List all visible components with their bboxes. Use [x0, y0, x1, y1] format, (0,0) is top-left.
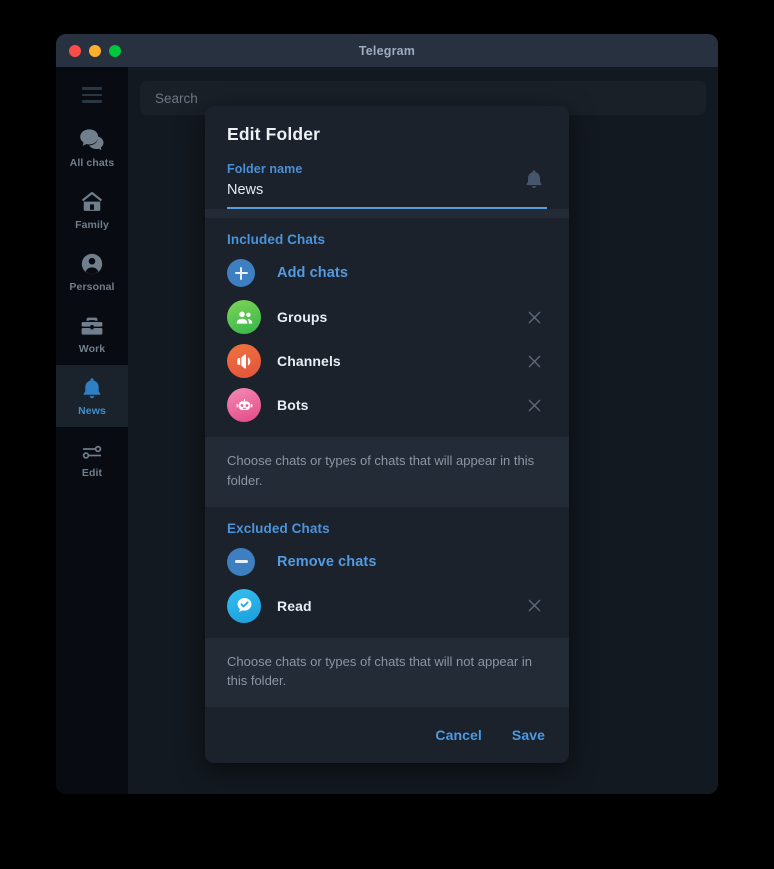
included-chats-title: Included Chats [227, 232, 326, 247]
sidebar-item-edit[interactable]: Edit [56, 429, 128, 491]
sidebar-item-label: Personal [69, 280, 115, 293]
list-item[interactable]: Groups [227, 295, 547, 339]
included-chats-section: Included Chats Add chats Groups Channels… [205, 218, 569, 437]
included-chats-hint: Choose chats or types of chats that will… [205, 437, 569, 507]
search-placeholder: Search [155, 90, 198, 106]
field-underline [227, 207, 547, 209]
sliders-icon [79, 442, 105, 462]
maximize-window-button[interactable] [109, 44, 121, 57]
window-titlebar: Telegram [56, 34, 718, 67]
minus-icon [227, 547, 255, 576]
excluded-chats-title: Excluded Chats [227, 520, 330, 536]
sidebar-item-news[interactable]: News [56, 365, 128, 427]
list-item[interactable]: Channels [227, 339, 547, 383]
sidebar-item-work[interactable]: Work [56, 303, 128, 365]
close-icon[interactable] [523, 350, 545, 372]
bell-icon[interactable] [523, 167, 545, 193]
hamburger-icon[interactable] [56, 73, 128, 117]
save-button[interactable]: Save [512, 727, 545, 743]
window-controls [69, 44, 121, 57]
remove-chats-label: Remove chats [277, 553, 377, 570]
group-icon [227, 300, 261, 334]
sidebar-item-label: Work [78, 342, 106, 355]
robot-icon [227, 388, 261, 422]
dialog-title: Edit Folder [227, 124, 321, 144]
chat-name: Channels [277, 353, 341, 369]
close-icon[interactable] [523, 306, 545, 328]
megaphone-icon [227, 344, 261, 378]
chat-name: Read [277, 597, 312, 614]
remove-chats-button[interactable]: Remove chats [227, 540, 547, 584]
sidebar-item-label: Edit [81, 466, 103, 479]
edit-folder-dialog: Edit Folder Folder name News Included Ch… [205, 106, 569, 763]
list-item[interactable]: Read [227, 584, 547, 628]
folder-name-value[interactable]: News [227, 182, 547, 198]
close-window-button[interactable] [69, 44, 81, 57]
folders-sidebar: All chats Family Personal Work News Edit [56, 67, 128, 794]
dialog-header: Edit Folder Folder name News [205, 106, 569, 209]
add-chats-label: Add chats [277, 265, 348, 281]
close-icon[interactable] [523, 595, 545, 617]
minimize-window-button[interactable] [89, 44, 101, 57]
sidebar-item-personal[interactable]: Personal [56, 241, 128, 303]
sidebar-item-label: All chats [69, 156, 115, 169]
folder-name-label: Folder name [227, 162, 303, 176]
sidebar-item-label: News [78, 404, 106, 417]
sidebar-item-all-chats[interactable]: All chats [56, 117, 128, 179]
chat-name: Bots [277, 397, 309, 413]
screen: Telegram All chats Family Personal Work … [0, 0, 774, 869]
read-check-icon [227, 588, 261, 623]
chat-name: Groups [277, 309, 328, 325]
bell-icon [79, 376, 105, 400]
person-icon [79, 252, 105, 276]
briefcase-icon [79, 314, 105, 338]
excluded-chats-section: Excluded Chats Remove chats Read [205, 506, 569, 638]
chats-icon [79, 128, 105, 152]
section-divider [205, 209, 569, 218]
dialog-footer: Cancel Save [205, 707, 569, 763]
folder-name-field[interactable]: Folder name News [227, 162, 547, 209]
cancel-button[interactable]: Cancel [435, 727, 482, 743]
window-title: Telegram [358, 43, 416, 58]
list-item[interactable]: Bots [227, 383, 547, 427]
home-icon [79, 190, 105, 214]
sidebar-item-label: Family [75, 218, 109, 231]
excluded-chats-hint: Choose chats or types of chats that will… [205, 637, 569, 707]
add-chats-button[interactable]: Add chats [227, 251, 547, 295]
close-icon[interactable] [523, 394, 545, 416]
plus-icon [227, 259, 255, 287]
sidebar-item-family[interactable]: Family [56, 179, 128, 241]
